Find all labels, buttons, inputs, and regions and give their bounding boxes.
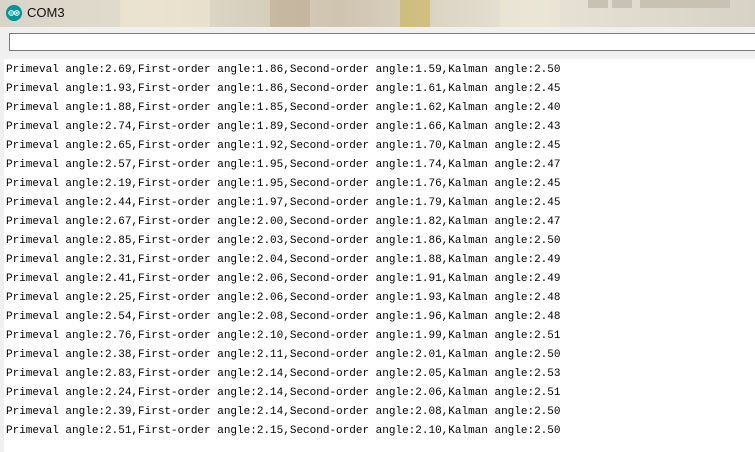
log-line: Primeval angle:2.44,First-order angle:1.… xyxy=(6,197,561,209)
log-line: Primeval angle:2.85,First-order angle:2.… xyxy=(6,235,561,247)
serial-input[interactable] xyxy=(9,33,755,51)
log-line: Primeval angle:2.24,First-order angle:2.… xyxy=(6,387,561,399)
window-title: COM3 xyxy=(27,5,65,20)
log-line: Primeval angle:1.88,First-order angle:1.… xyxy=(6,102,561,114)
log-line: Primeval angle:2.19,First-order angle:1.… xyxy=(6,178,561,190)
log-line: Primeval angle:2.65,First-order angle:1.… xyxy=(6,140,561,152)
log-line: Primeval angle:2.51,First-order angle:2.… xyxy=(6,425,561,437)
titlebar-background xyxy=(500,0,560,27)
log-line: Primeval angle:2.25,First-order angle:2.… xyxy=(6,292,561,304)
titlebar-background xyxy=(270,0,310,27)
log-line: Primeval angle:1.93,First-order angle:1.… xyxy=(6,83,561,95)
log-line: Primeval angle:2.38,First-order angle:2.… xyxy=(6,349,561,361)
log-line: Primeval angle:2.74,First-order angle:1.… xyxy=(6,121,561,133)
log-line: Primeval angle:2.57,First-order angle:1.… xyxy=(6,159,561,171)
log-line: Primeval angle:2.31,First-order angle:2.… xyxy=(6,254,561,266)
titlebar-background xyxy=(400,0,430,27)
serial-monitor-window: COM3 Primeval angle:2.69,First-order ang… xyxy=(0,0,755,452)
serial-output-panel[interactable]: Primeval angle:2.69,First-order angle:1.… xyxy=(0,59,755,452)
log-line: Primeval angle:2.39,First-order angle:2.… xyxy=(6,406,561,418)
titlebar-background xyxy=(120,0,210,27)
command-bar xyxy=(0,27,755,59)
log-line: Primeval angle:2.54,First-order angle:2.… xyxy=(6,311,561,323)
title-bar[interactable]: COM3 xyxy=(0,0,755,27)
arduino-icon xyxy=(6,5,22,21)
maximize-button[interactable] xyxy=(612,0,632,8)
log-line: Primeval angle:2.41,First-order angle:2.… xyxy=(6,273,561,285)
log-line: Primeval angle:2.83,First-order angle:2.… xyxy=(6,368,561,380)
log-line: Primeval angle:2.69,First-order angle:1.… xyxy=(6,64,561,76)
log-line: Primeval angle:2.76,First-order angle:2.… xyxy=(6,330,561,342)
close-button[interactable] xyxy=(640,0,730,8)
minimize-button[interactable] xyxy=(588,0,608,8)
log-line: Primeval angle:2.67,First-order angle:2.… xyxy=(6,216,561,228)
